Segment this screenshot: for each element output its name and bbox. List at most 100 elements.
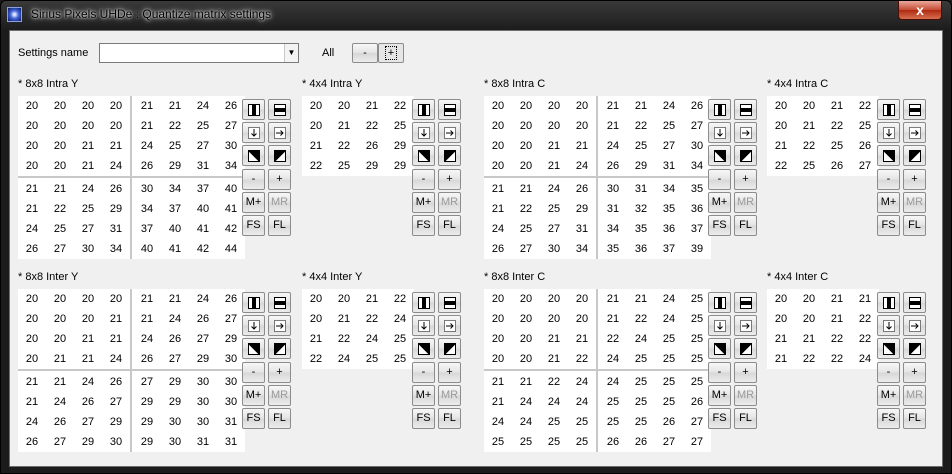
matrix-cell[interactable]: 29 xyxy=(102,199,130,219)
matrix-cell[interactable]: 26 xyxy=(358,136,386,156)
fill-down-button[interactable] xyxy=(877,315,900,337)
fill-right-button[interactable] xyxy=(438,315,461,337)
matrix-cell[interactable]: 25 xyxy=(655,116,683,136)
matrix-cell[interactable]: 29 xyxy=(627,156,655,176)
matrix-cell[interactable]: 20 xyxy=(512,329,540,349)
matrix-cell[interactable]: 29 xyxy=(189,349,217,369)
matrix-cell[interactable]: 20 xyxy=(767,289,795,309)
matrix-cell[interactable]: 25 xyxy=(189,116,217,136)
matrix-cell[interactable]: 22 xyxy=(46,199,74,219)
diagonal-down-button[interactable] xyxy=(242,338,265,360)
matrix-cell[interactable]: 21 xyxy=(46,349,74,369)
flat-button[interactable]: FL xyxy=(268,408,291,429)
matrix-cell[interactable]: 20 xyxy=(46,116,74,136)
matrix-cell[interactable]: 25 xyxy=(851,116,879,136)
matrix-cell[interactable]: 21 xyxy=(133,289,161,309)
matrix-cell[interactable]: 34 xyxy=(102,239,130,259)
fill-down-button[interactable] xyxy=(877,122,900,144)
flat-steep-button[interactable]: FS xyxy=(242,215,265,236)
mirror-horizontal-button[interactable] xyxy=(734,292,757,313)
matrix-cell[interactable]: 22 xyxy=(823,349,851,369)
diagonal-down-button[interactable] xyxy=(877,338,900,360)
mirror-horizontal-button[interactable] xyxy=(438,99,461,120)
matrix-cell[interactable]: 21 xyxy=(358,289,386,309)
matrix-cell[interactable]: 25 xyxy=(683,309,711,329)
fill-right-button[interactable] xyxy=(903,315,926,337)
matrix-cell[interactable]: 37 xyxy=(161,199,189,219)
matrix-cell[interactable]: 29 xyxy=(133,392,161,412)
matrix-cell[interactable]: 26 xyxy=(133,349,161,369)
matrix-cell[interactable]: 25 xyxy=(627,349,655,369)
matrix-cell[interactable]: 20 xyxy=(795,96,823,116)
matrix-cell[interactable]: 21 xyxy=(767,136,795,156)
matrix-cell[interactable]: 30 xyxy=(217,392,245,412)
matrix-cell[interactable]: 20 xyxy=(512,309,540,329)
matrix-cell[interactable]: 30 xyxy=(217,372,245,392)
matrix-cell[interactable]: 24 xyxy=(512,412,540,432)
matrix-cell[interactable]: 24 xyxy=(599,372,627,392)
matrix-cell[interactable]: 20 xyxy=(767,96,795,116)
matrix-cell[interactable]: 30 xyxy=(102,432,130,452)
matrix-cell[interactable]: 26 xyxy=(217,96,245,116)
matrix-cell[interactable]: 24 xyxy=(189,96,217,116)
matrix-cell[interactable]: 20 xyxy=(74,116,102,136)
matrix-cell[interactable]: 22 xyxy=(795,136,823,156)
matrix-cell[interactable]: 21 xyxy=(599,289,627,309)
flat-button[interactable]: FL xyxy=(734,215,757,236)
matrix-cell[interactable]: 25 xyxy=(540,199,568,219)
mirror-vertical-button[interactable] xyxy=(412,292,435,313)
increment-button[interactable]: + xyxy=(734,168,757,190)
matrix-cell[interactable]: 37 xyxy=(655,239,683,259)
matrix-cell[interactable]: 26 xyxy=(102,179,130,199)
matrix-cell[interactable]: 20 xyxy=(46,309,74,329)
increment-button[interactable]: + xyxy=(903,168,926,190)
diagonal-down-button[interactable] xyxy=(242,145,265,167)
memory-recall-button[interactable]: MR xyxy=(438,384,461,406)
matrix-cell[interactable]: 21 xyxy=(74,156,102,176)
matrix-cell[interactable]: 20 xyxy=(540,289,568,309)
matrix-cell[interactable]: 24 xyxy=(484,219,512,239)
memory-recall-button[interactable]: MR xyxy=(268,384,291,406)
matrix-cell[interactable]: 30 xyxy=(161,412,189,432)
matrix-cell[interactable]: 25 xyxy=(795,156,823,176)
matrix-cell[interactable]: 22 xyxy=(161,116,189,136)
matrix-cell[interactable]: 25 xyxy=(540,412,568,432)
matrix-cell[interactable]: 20 xyxy=(484,156,512,176)
matrix-cell[interactable]: 25 xyxy=(599,412,627,432)
matrix-cell[interactable]: 27 xyxy=(655,136,683,156)
matrix-cell[interactable]: 20 xyxy=(512,156,540,176)
matrix-cell[interactable]: 21 xyxy=(484,392,512,412)
matrix-cell[interactable]: 27 xyxy=(189,329,217,349)
matrix-cell[interactable]: 34 xyxy=(599,219,627,239)
matrix-cell[interactable]: 21 xyxy=(46,179,74,199)
matrix-cell[interactable]: 21 xyxy=(599,96,627,116)
matrix-cell[interactable]: 25 xyxy=(655,329,683,349)
matrix-cell[interactable]: 26 xyxy=(655,412,683,432)
matrix-cell[interactable]: 24 xyxy=(189,289,217,309)
matrix-cell[interactable]: 21 xyxy=(74,349,102,369)
matrix-cell[interactable]: 24 xyxy=(568,156,596,176)
matrix-cell[interactable]: 20 xyxy=(540,309,568,329)
matrix-cell[interactable]: 30 xyxy=(74,239,102,259)
mirror-horizontal-button[interactable] xyxy=(734,99,757,120)
matrix-cell[interactable]: 26 xyxy=(568,179,596,199)
matrix-cell[interactable]: 24 xyxy=(102,156,130,176)
matrix-cell[interactable]: 27 xyxy=(683,116,711,136)
diagonal-down-button[interactable] xyxy=(708,338,731,360)
matrix-cell[interactable]: 26 xyxy=(823,156,851,176)
matrix-cell[interactable]: 24 xyxy=(74,372,102,392)
flat-button[interactable]: FL xyxy=(903,408,926,429)
mirror-horizontal-button[interactable] xyxy=(438,292,461,313)
increment-button[interactable]: + xyxy=(903,361,926,383)
memory-store-button[interactable]: M+ xyxy=(412,384,435,406)
matrix-cell[interactable]: 24 xyxy=(386,309,414,329)
matrix-cell[interactable]: 27 xyxy=(683,412,711,432)
matrix-cell[interactable]: 20 xyxy=(568,96,596,116)
matrix-cell[interactable]: 21 xyxy=(74,136,102,156)
matrix-cell[interactable]: 22 xyxy=(358,116,386,136)
matrix-cell[interactable]: 22 xyxy=(512,199,540,219)
matrix-cell[interactable]: 24 xyxy=(358,329,386,349)
matrix-cell[interactable]: 22 xyxy=(851,96,879,116)
matrix-cell[interactable]: 30 xyxy=(540,239,568,259)
matrix-cell[interactable]: 20 xyxy=(330,289,358,309)
